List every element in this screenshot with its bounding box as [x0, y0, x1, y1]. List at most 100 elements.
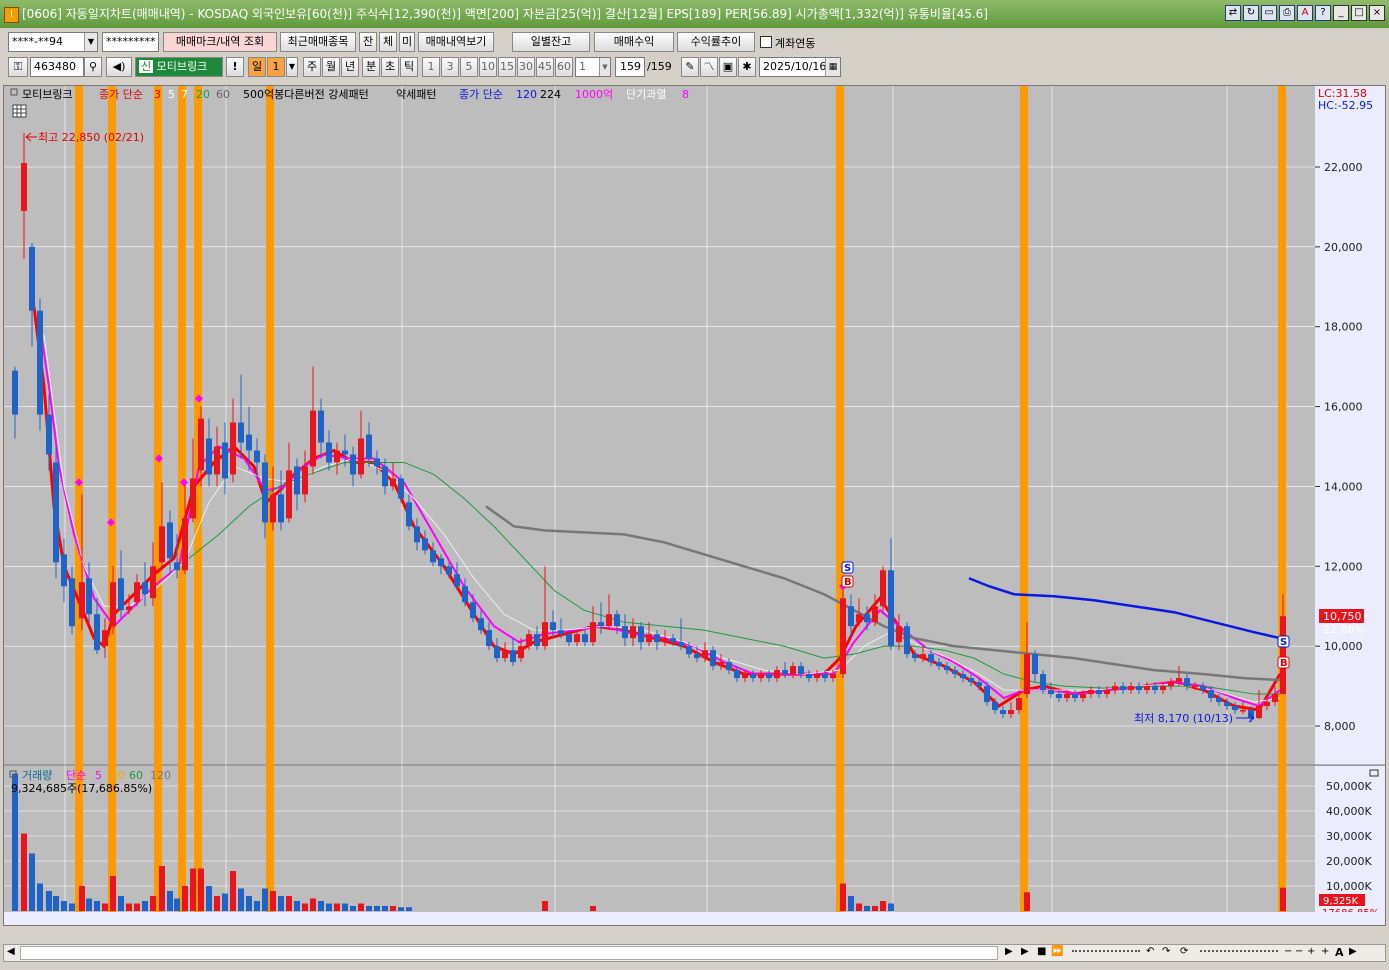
alert-icon[interactable]: ! — [226, 57, 244, 77]
period-day-button[interactable]: 일 — [248, 57, 266, 77]
interval-3-button[interactable]: 3 — [441, 57, 459, 77]
screen-icon[interactable]: ▭ — [1261, 5, 1277, 21]
interval-10-button[interactable]: 10 — [479, 57, 497, 77]
date-input[interactable]: 2025/10/16 ▦ — [759, 57, 841, 77]
stock-chart[interactable]: SBSB 22,00020,00018,00016,00014,00012,00… — [4, 86, 1385, 925]
account-select[interactable]: ****-**94 ▼ — [8, 32, 98, 52]
recent-trades-button[interactable]: 최근매매종목 — [280, 32, 356, 52]
trade-history-button[interactable]: 매매내역보기 — [418, 32, 494, 52]
candle-body — [462, 586, 468, 603]
tools-icon[interactable]: ✎ — [681, 57, 699, 77]
search-icon[interactable]: ⚲ — [84, 57, 102, 77]
close-icon[interactable]: × — [1369, 5, 1385, 21]
calendar-icon[interactable]: ▦ — [825, 58, 840, 76]
table-toggle-icon[interactable] — [12, 104, 27, 118]
interval-60-button[interactable]: 60 — [555, 57, 573, 77]
refresh-icon[interactable]: ⟳ — [1180, 946, 1188, 957]
trade-profit-button[interactable]: 매매수익 — [594, 32, 674, 52]
candle-body — [814, 674, 820, 679]
candle-body — [670, 638, 676, 643]
candle-body — [968, 678, 974, 683]
period-year-button[interactable]: 년 — [341, 57, 359, 77]
trade-mark-query-button[interactable]: 매매마크/내역 조회 — [163, 32, 277, 52]
candle-body — [790, 666, 796, 675]
candle-body — [230, 422, 236, 475]
stock-name-box[interactable]: 신 모티브링크 — [135, 57, 223, 77]
zoom-in-icon[interactable]: + — [1307, 946, 1315, 957]
candle-body — [614, 614, 620, 627]
volume-bar — [198, 868, 204, 911]
bar-count-input[interactable]: 159 — [615, 57, 645, 77]
print-icon[interactable]: ⎙ — [1279, 5, 1295, 21]
unfilled-button[interactable]: 미 — [399, 32, 415, 52]
link-icon[interactable]: ⇄ — [1225, 5, 1241, 21]
account-link-checkbox[interactable] — [760, 36, 772, 48]
interval-1-button[interactable]: 1 — [422, 57, 440, 77]
save-icon[interactable]: ▣ — [719, 57, 737, 77]
refresh-icon[interactable]: ↻ — [1243, 5, 1259, 21]
speaker-icon[interactable]: ◀) — [106, 57, 132, 77]
chevron-down-icon[interactable]: ▼ — [84, 33, 97, 51]
scroll-right-end-icon[interactable]: ▶ — [1349, 946, 1357, 957]
undo-icon[interactable]: ↶ — [1146, 946, 1154, 957]
candle-body — [46, 414, 52, 455]
interval-30-button[interactable]: 30 — [517, 57, 535, 77]
minimize-icon[interactable]: _ — [1333, 5, 1349, 21]
price-axis-label: 22,000 — [1324, 161, 1363, 174]
font-size-icon[interactable]: A — [1335, 946, 1344, 959]
chart-scrollbar[interactable]: ◀ ▶ ▶ ■ ⏩ ↶ ↷ ⟳ − − + + A ▶ — [3, 944, 1386, 962]
period-tick-button[interactable]: 틱 — [400, 57, 418, 77]
stock-name: 모티브링크 — [156, 60, 208, 73]
period-week-button[interactable]: 주 — [303, 57, 321, 77]
key-icon[interactable]: ⚿ — [8, 57, 28, 77]
speed-slider[interactable] — [1072, 950, 1140, 957]
zoom-minus-icon[interactable]: − — [1295, 946, 1303, 957]
executed-button[interactable]: 체 — [379, 32, 397, 52]
password-field[interactable]: ********* — [102, 32, 159, 52]
scroll-left-icon[interactable]: ◀ — [7, 946, 15, 957]
price-axis-label: 20,000 — [1324, 241, 1363, 254]
legend-stock-name: 모티브링크 — [22, 88, 73, 101]
settings-icon[interactable]: ✱ — [738, 57, 756, 77]
interval-custom-select[interactable]: 1 ▼ — [575, 57, 611, 77]
interval-5-button[interactable]: 5 — [460, 57, 478, 77]
volume-bar — [1024, 892, 1030, 911]
scroll-right-icon[interactable]: ▶ — [1005, 946, 1013, 957]
volume-bar — [214, 896, 220, 911]
scroll-thumb[interactable] — [20, 946, 998, 960]
stop-icon[interactable]: ■ — [1037, 946, 1046, 957]
legend-ma224: 224 — [540, 88, 561, 101]
chart-area[interactable]: SBSB 22,000 20,000 18,000 16,000 14,000 12,00… — [3, 85, 1386, 926]
period-month-button[interactable]: 월 — [322, 57, 340, 77]
chevron-down-icon[interactable]: ▼ — [286, 57, 298, 77]
maximize-icon[interactable]: □ — [1351, 5, 1367, 21]
help-icon[interactable]: ? — [1315, 5, 1331, 21]
indicator-icon[interactable]: 〽 — [700, 57, 718, 77]
chevron-down-icon[interactable]: ▼ — [599, 58, 610, 76]
candle-body — [1176, 678, 1182, 683]
candle-body — [606, 614, 612, 627]
interval-45-button[interactable]: 45 — [536, 57, 554, 77]
zoom-plus-icon[interactable]: + — [1321, 946, 1329, 957]
balance-button[interactable]: 잔 — [359, 32, 377, 52]
stock-code-input[interactable]: 463480 — [30, 57, 84, 77]
volume-bar — [29, 853, 35, 911]
interval-15-button[interactable]: 15 — [498, 57, 516, 77]
period-minute-button[interactable]: 분 — [362, 57, 380, 77]
return-trend-button[interactable]: 수익률추이 — [677, 32, 755, 52]
candle-body — [446, 566, 452, 575]
redo-icon[interactable]: ↷ — [1162, 946, 1170, 957]
candle-body — [94, 614, 100, 651]
font-icon[interactable]: A — [1297, 5, 1313, 21]
daily-balance-button[interactable]: 일별잔고 — [512, 32, 590, 52]
candle-body — [830, 674, 836, 679]
zoom-out-icon[interactable]: − — [1284, 946, 1292, 957]
volume-bar — [94, 901, 100, 911]
period-second-button[interactable]: 초 — [381, 57, 399, 77]
period-count-select[interactable]: 1 — [267, 57, 285, 77]
zoom-slider[interactable] — [1200, 950, 1278, 957]
play-icon[interactable]: ▶ — [1021, 946, 1029, 957]
title-bar: I [0606] 자동일지차트(매매내역) - KOSDAQ 외국인보유[60(… — [0, 0, 1389, 28]
candle-body — [920, 654, 926, 659]
fast-forward-icon[interactable]: ⏩ — [1051, 946, 1063, 957]
